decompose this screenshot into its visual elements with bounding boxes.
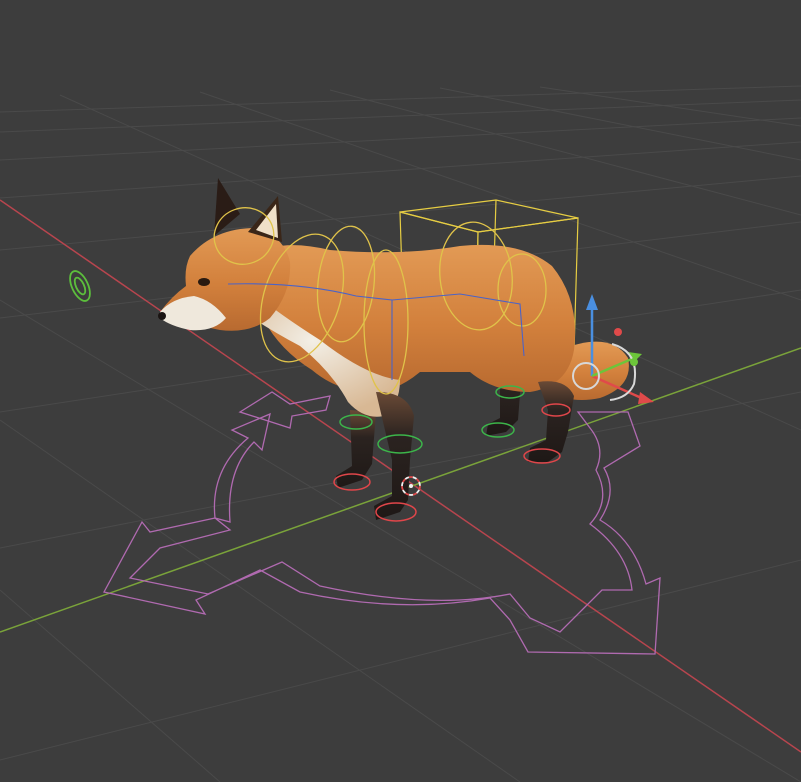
- fox-nose: [158, 312, 166, 320]
- offscreen-control[interactable]: [66, 268, 94, 304]
- fox-eye: [198, 278, 210, 286]
- root-control-shape[interactable]: [103, 391, 661, 655]
- viewport-scene[interactable]: [0, 0, 801, 782]
- fox-torso[interactable]: [249, 244, 576, 392]
- fox-ear-left[interactable]: [214, 178, 240, 236]
- 3d-viewport[interactable]: [0, 0, 801, 782]
